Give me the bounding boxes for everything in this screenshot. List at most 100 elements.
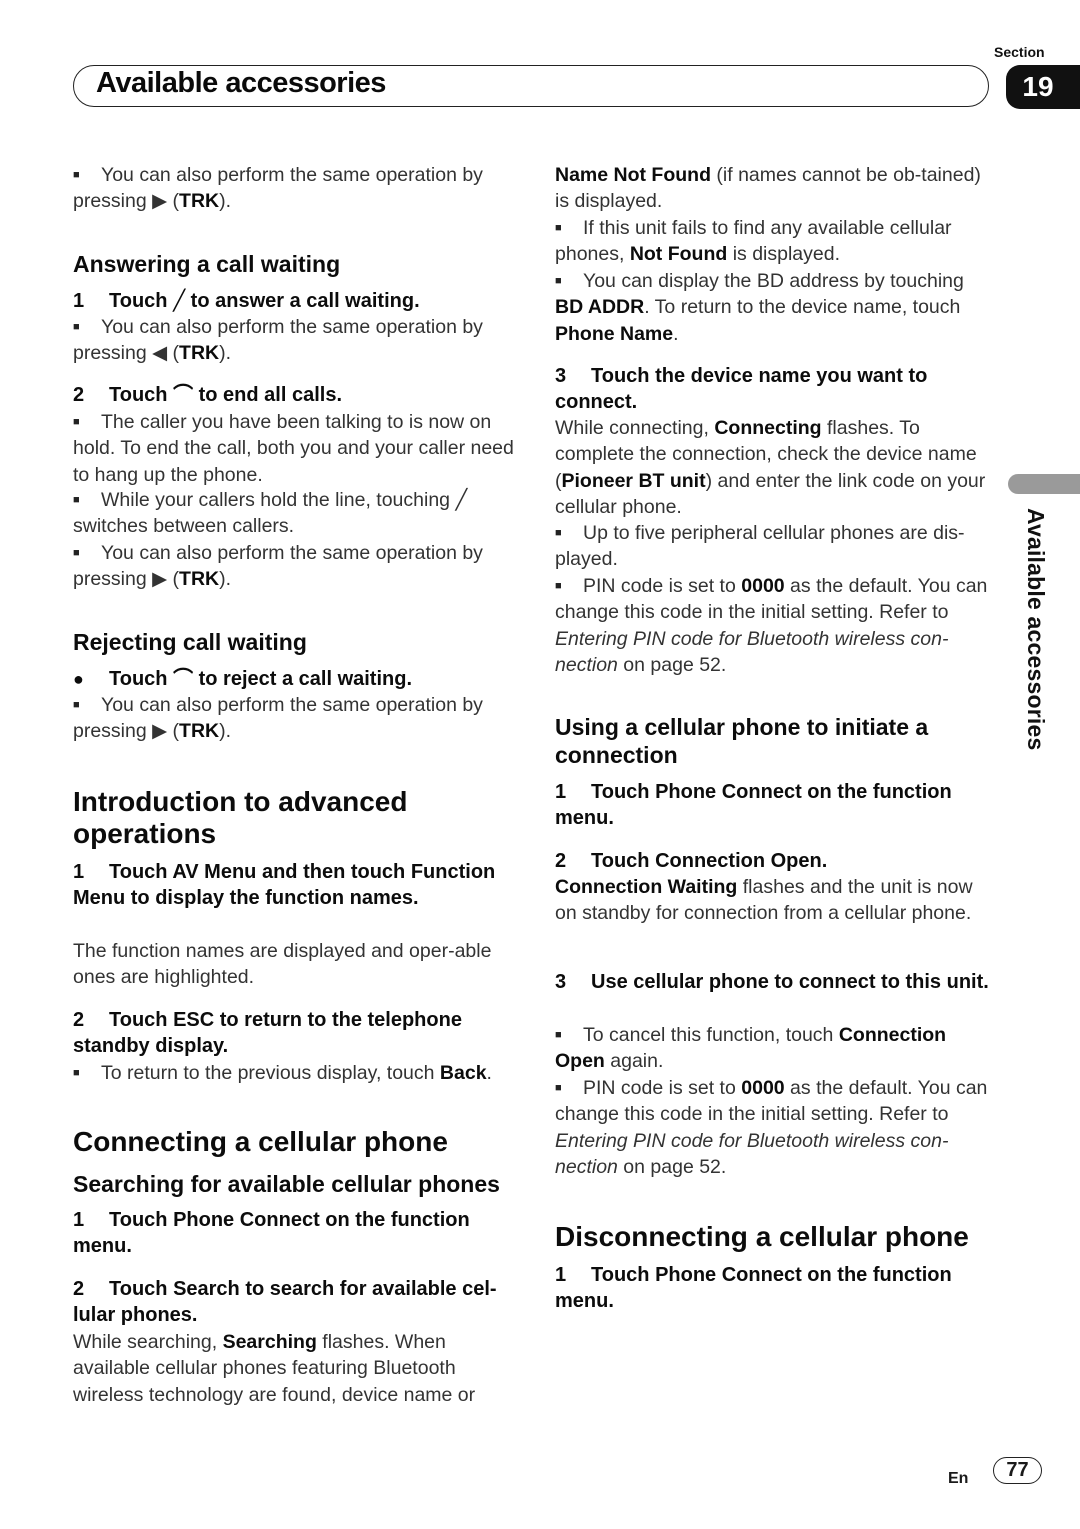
step-instruction: 1 Touch Phone Connect on the function men…: [73, 1207, 518, 1260]
text-run: To cancel this function, touch: [583, 1024, 839, 1046]
text-run: (: [167, 342, 180, 365]
step-number: 2: [555, 850, 567, 872]
step-instruction: 1 Touch ╱ to answer a call waiting.: [73, 288, 518, 314]
side-tab-marker: [1008, 474, 1080, 494]
text-run: You can also perform the same operation …: [73, 542, 483, 591]
page-number: 77: [1006, 1459, 1029, 1481]
step-number: 3: [555, 971, 567, 993]
text-run: Up to five peripheral cellular phones ar…: [555, 522, 965, 571]
icon-glyph: ◀: [152, 342, 168, 365]
note-bullet: If this unit fails to find any available…: [555, 215, 990, 268]
note-bullet: The caller you have been talking to is n…: [73, 409, 518, 488]
icon-glyph: ╱: [173, 290, 186, 312]
emphasis-text: Pioneer BT unit: [561, 469, 706, 492]
text-run: You can also perform the same operation …: [73, 164, 483, 213]
note-bullet: You can also perform the same operation …: [73, 162, 518, 215]
emphasis-text: TRK: [179, 190, 220, 213]
text-run: again.: [604, 1050, 664, 1073]
text-run: ).: [219, 190, 232, 213]
step-instruction: 3 Use cellular phone to connect to this u…: [555, 969, 990, 995]
icon-glyph: ⌒: [173, 668, 194, 690]
step-number: 2: [73, 384, 85, 406]
text-run: You can also perform the same operation …: [73, 694, 483, 743]
step-number: 2: [73, 1278, 85, 1300]
note-bullet: PIN code is set to 0000 as the default. …: [555, 1075, 990, 1180]
text-run: ).: [219, 568, 232, 591]
text-run: Touch AV Menu and then touch Function Me…: [73, 861, 496, 910]
text-run: To return to the previous display, touch: [101, 1062, 440, 1084]
text-run: PIN code is set to: [583, 575, 742, 597]
emphasis-text: 0000: [741, 575, 785, 597]
step-number: 3: [555, 365, 567, 387]
text-run: Touch: [109, 384, 174, 406]
section-number: 19: [1022, 71, 1054, 102]
note-bullet: While your callers hold the line, touchi…: [73, 487, 518, 540]
body-paragraph: Name Not Found (if names cannot be ob-ta…: [555, 162, 990, 215]
step-number: 2: [73, 1009, 85, 1031]
emphasis-text: Searching: [222, 1331, 317, 1353]
section-heading: Disconnecting a cellular phone: [555, 1221, 969, 1252]
step-instruction: 1 Touch AV Menu and then touch Function M…: [73, 859, 518, 912]
icon-glyph: ▶: [152, 568, 168, 591]
step-instruction: 1 Touch Phone Connect on the function men…: [555, 779, 990, 832]
text-run: on page 52.: [617, 1155, 727, 1178]
section-heading: Connecting a cellular phone: [73, 1126, 448, 1157]
text-run: on page 52.: [617, 653, 727, 676]
text-run: to answer a call waiting.: [185, 290, 420, 312]
step-number: 1: [73, 290, 85, 312]
emphasis-text: TRK: [179, 720, 220, 743]
step-number: 1: [555, 781, 567, 803]
emphasis-text: BD ADDR: [555, 296, 645, 319]
text-run: While searching,: [73, 1331, 223, 1353]
body-paragraph: While searching, Searching flashes. When…: [73, 1329, 518, 1408]
text-run: Touch Phone Connect on the function menu…: [555, 781, 952, 830]
section-heading: Introduction to advanced operations: [73, 786, 408, 849]
note-bullet: PIN code is set to 0000 as the default. …: [555, 573, 990, 678]
step-number: 1: [73, 1209, 85, 1231]
text-run: ).: [219, 342, 232, 365]
bullet-dot-icon: [73, 666, 109, 692]
icon-glyph: ▶: [152, 190, 168, 213]
note-bullet: To return to the previous display, touch…: [73, 1060, 518, 1086]
emphasis-text: Connection Waiting: [555, 876, 738, 898]
text-run: Use cellular phone to connect to this un…: [591, 971, 989, 993]
text-run: .: [486, 1062, 492, 1084]
page-title: Available accessories: [96, 67, 386, 99]
emphasis-text: Back: [439, 1062, 487, 1084]
icon-glyph: ▶: [152, 720, 168, 743]
reference-text: Entering PIN code for Bluetooth wireless…: [555, 627, 949, 676]
text-run: You can display the BD address by touchi…: [583, 270, 964, 292]
body-paragraph: The function names are displayed and ope…: [73, 938, 518, 991]
text-run: The function names are displayed and ope…: [73, 940, 492, 989]
emphasis-text: TRK: [179, 342, 220, 365]
reference-text: Entering PIN code for Bluetooth wireless…: [555, 1129, 949, 1178]
body-paragraph: Connection Waiting flashes and the unit …: [555, 874, 990, 927]
body-paragraph: While connecting, Connecting flashes. To…: [555, 415, 990, 520]
text-run: PIN code is set to: [583, 1077, 742, 1099]
text-run: (: [167, 190, 180, 213]
note-bullet: You can display the BD address by touchi…: [555, 268, 990, 347]
step-instruction: 1 Touch Phone Connect on the function men…: [555, 1262, 990, 1315]
step-instruction: 2 Touch Search to search for available ce…: [73, 1276, 518, 1329]
note-bullet: To cancel this function, touch Connectio…: [555, 1022, 990, 1075]
emphasis-text: Name Not Found: [555, 164, 711, 186]
section-label: Section: [994, 44, 1045, 60]
subsection-heading: Searching for available cellular phones: [73, 1171, 500, 1197]
icon-glyph: ╱: [455, 489, 468, 511]
text-run: Touch the device name you want to connec…: [555, 365, 928, 414]
text-run: Touch ESC to return to the telephone sta…: [73, 1009, 462, 1058]
text-run: to end all calls.: [193, 384, 342, 406]
subsection-heading: Answering a call waiting: [73, 251, 341, 277]
emphasis-text: TRK: [179, 568, 220, 591]
note-bullet: You can also perform the same operation …: [73, 314, 518, 367]
emphasis-text: Not Found: [629, 243, 728, 266]
text-run: . To return to the device name, touch: [644, 296, 961, 319]
step-instruction: 3 Touch the device name you want to conne…: [555, 363, 990, 416]
step-instruction: 2 Touch Connection Open.: [555, 848, 990, 874]
text-run: ).: [219, 720, 232, 743]
page-number-badge: 77: [993, 1457, 1042, 1484]
text-run: Touch Phone Connect on the function menu…: [555, 1264, 952, 1313]
step-instruction: 2 Touch ESC to return to the telephone st…: [73, 1007, 518, 1060]
emphasis-text: Phone Name: [555, 322, 674, 345]
text-run: (: [167, 568, 180, 591]
